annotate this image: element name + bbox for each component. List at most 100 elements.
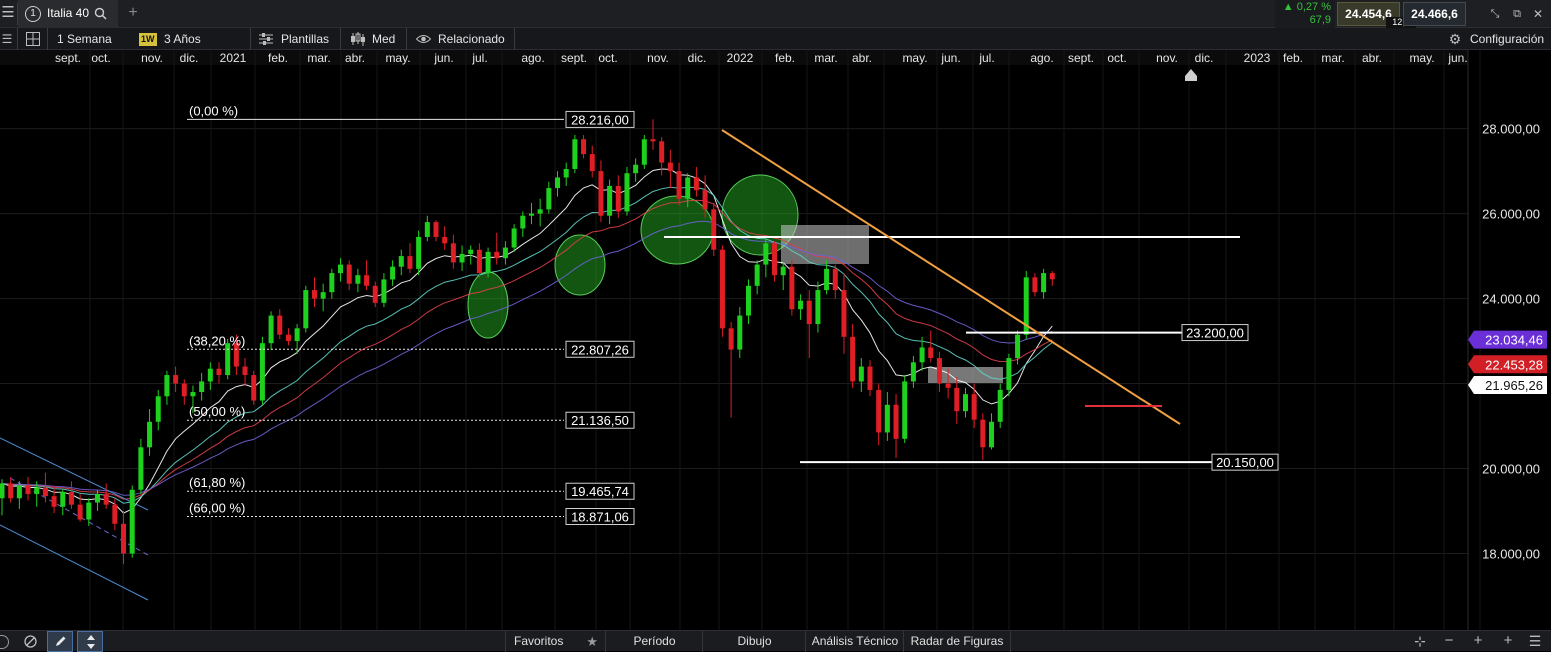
range-selector[interactable]: 3 Años	[164, 28, 201, 50]
templates-button[interactable]: Plantillas	[281, 28, 329, 50]
chart-canvas[interactable]: sept. oct. nov. dic. 2021 feb. mar. abr. may. jun…	[0, 50, 1551, 630]
candle-body	[450, 243, 456, 263]
sort-button[interactable]	[77, 631, 103, 652]
settings-button[interactable]: Configuración	[1470, 28, 1544, 50]
star-icon[interactable]: ★	[586, 631, 598, 652]
no-symbol-icon[interactable]	[24, 635, 37, 648]
candle-body	[433, 222, 439, 237]
candle-body	[624, 173, 630, 212]
candle-body	[633, 164, 639, 174]
candle-body	[68, 491, 74, 505]
gear-icon[interactable]: ⚙	[1447, 29, 1463, 49]
fibonacci-level-label: (50,00 %)	[189, 404, 245, 419]
candle-body	[945, 383, 951, 388]
candle-type-icon[interactable]	[350, 32, 366, 46]
templates-icon[interactable]	[259, 33, 273, 45]
candle-body	[60, 491, 66, 507]
price-change: ▲ 0,27 % 67,9	[1275, 0, 1335, 28]
technical-analysis-tab[interactable]: Análisis Técnico	[805, 631, 904, 652]
candle-body	[685, 177, 691, 199]
channel-line-upper	[0, 437, 149, 511]
hamburger-menu-icon[interactable]: ☰	[0, 3, 16, 23]
pencil-icon	[56, 636, 66, 646]
candle-body	[199, 381, 205, 393]
candle-body	[928, 347, 934, 359]
candle-body	[971, 394, 977, 420]
x-tick-label: jun.	[940, 51, 960, 65]
x-tick-label: ago.	[521, 51, 544, 65]
y-tick-label: 28.000,00	[1482, 122, 1540, 137]
candle-body	[884, 404, 890, 433]
candle-body	[459, 253, 465, 263]
x-tick-label: may.	[902, 51, 927, 65]
period-selector[interactable]: 1 Semana	[57, 28, 112, 50]
x-tick-label: 2021	[220, 51, 247, 65]
zoom-out-icon[interactable]: −	[1441, 631, 1457, 651]
cursor-mode-icon[interactable]	[0, 635, 9, 649]
layout-grid-icon[interactable]	[26, 32, 40, 46]
candle-body	[815, 290, 821, 325]
period-tab[interactable]: Período	[605, 631, 703, 652]
candle-body	[476, 249, 482, 274]
price-type-selector[interactable]: Med	[372, 28, 395, 50]
candle-body	[77, 504, 83, 520]
x-tick-label: abr.	[852, 51, 872, 65]
candle-body	[103, 494, 109, 505]
level-value-label: 20.150,00	[1216, 455, 1274, 470]
y-tick-label: 24.000,00	[1482, 292, 1540, 307]
collapse-icon[interactable]: ⤡	[1487, 4, 1503, 24]
instrument-tab[interactable]: 1 Italia 40	[18, 0, 118, 28]
pattern-radar-tab[interactable]: Radar de Figuras	[903, 631, 1011, 652]
favorites-tab[interactable]: Favoritos ★	[505, 631, 606, 652]
candle-body	[806, 300, 812, 325]
bottom-bar: Favoritos ★ Período Dibujo Análisis Técn…	[0, 630, 1551, 652]
candle-body	[173, 375, 179, 384]
candle-body	[728, 328, 734, 350]
candle-body	[381, 279, 387, 303]
search-icon[interactable]	[94, 7, 107, 20]
candle-body	[398, 256, 404, 267]
candle-body	[719, 249, 725, 329]
price-badge-label: 22.453,28	[1485, 357, 1543, 372]
x-tick-label: jul.	[978, 51, 994, 65]
x-tick-label: mar.	[1321, 51, 1344, 65]
candle-body	[876, 389, 882, 433]
divider	[250, 28, 251, 50]
candle-body	[329, 273, 335, 293]
pencil-button[interactable]	[47, 631, 73, 652]
candle-body	[780, 266, 786, 276]
candle-body	[190, 392, 196, 397]
candle-body	[242, 366, 248, 376]
popout-icon[interactable]: ⧉	[1509, 4, 1525, 24]
drawing-tab[interactable]: Dibujo	[702, 631, 806, 652]
scroll-icon[interactable]: +	[1500, 631, 1516, 651]
candle-body	[772, 243, 778, 276]
related-button[interactable]: Relacionado	[438, 28, 505, 50]
menu-icon[interactable]: ☰	[1527, 631, 1543, 651]
candle-body	[86, 502, 92, 520]
x-tick-label: feb.	[1283, 51, 1303, 65]
x-tick-label: dic.	[688, 51, 707, 65]
change-absolute: 67,9	[1309, 14, 1331, 26]
candle-body	[51, 496, 57, 507]
price-chart[interactable]: sept. oct. nov. dic. 2021 feb. mar. abr. may. jun…	[0, 50, 1551, 630]
instrument-number-badge: 1	[25, 6, 41, 22]
x-tick-label: oct.	[91, 51, 110, 65]
divider	[47, 28, 48, 50]
divider	[17, 28, 18, 50]
period-badge[interactable]: 1W	[139, 33, 157, 46]
crosshair-icon[interactable]: ⊹	[1410, 631, 1430, 651]
zoom-in-icon[interactable]: +	[1470, 631, 1486, 651]
buy-price-button[interactable]: 24.466,6	[1403, 2, 1466, 26]
candle-body	[285, 334, 291, 342]
x-tick-label: nov.	[141, 51, 163, 65]
x-tick-label: may.	[1409, 51, 1434, 65]
plus-icon[interactable]: +	[124, 3, 142, 23]
candle-body	[216, 368, 222, 376]
candle-body	[676, 171, 682, 199]
eye-icon[interactable]	[416, 34, 431, 44]
list-icon[interactable]: ☰	[0, 29, 14, 49]
candle-body	[910, 362, 916, 382]
y-tick-label: 20.000,00	[1482, 462, 1540, 477]
close-icon[interactable]: ✕	[1530, 4, 1546, 24]
